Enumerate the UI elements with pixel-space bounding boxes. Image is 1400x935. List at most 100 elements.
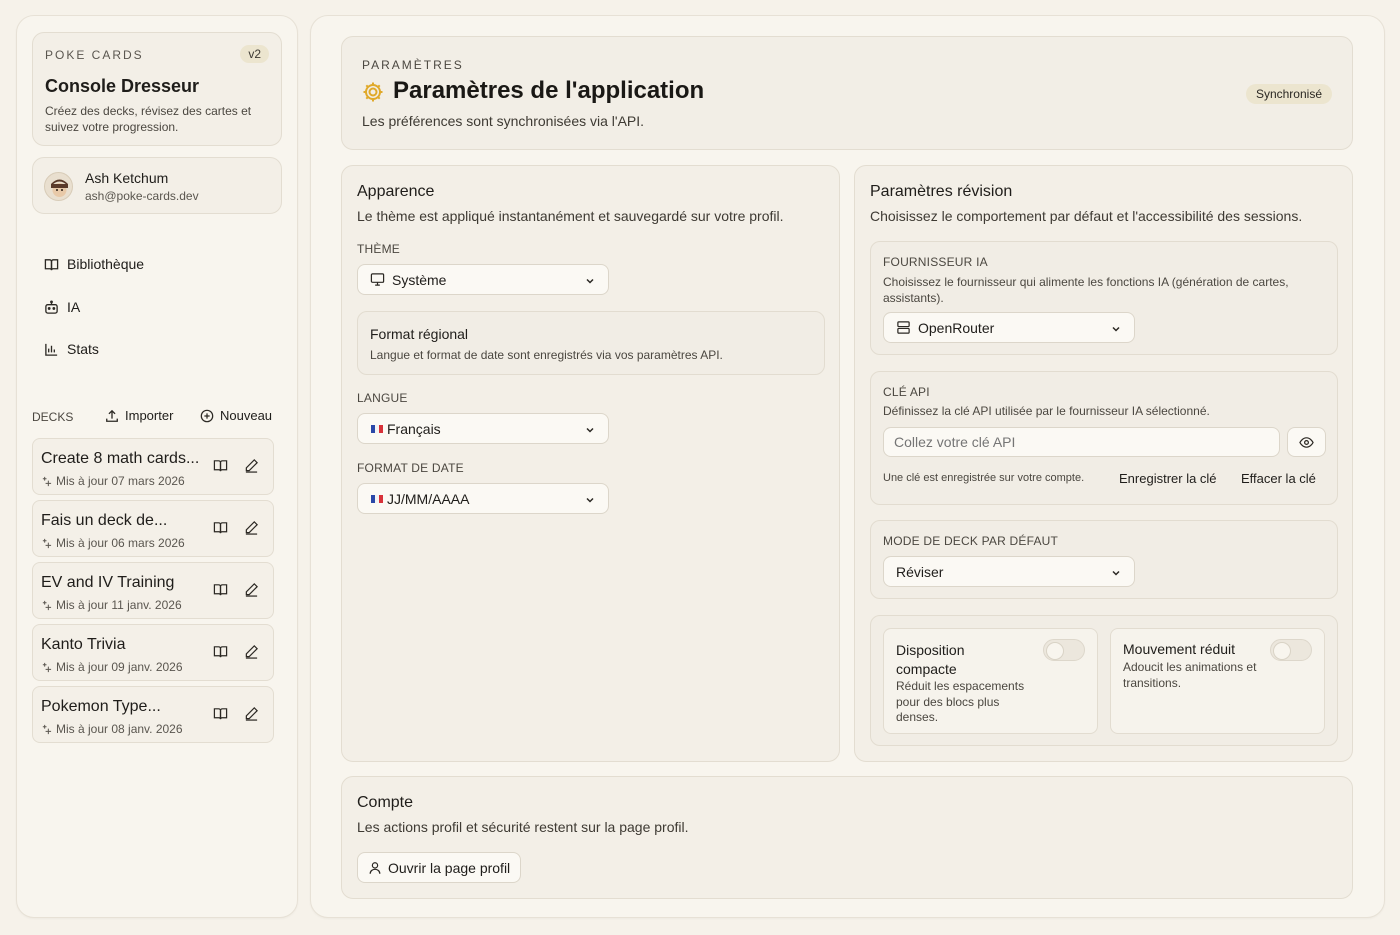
open-book-icon[interactable] xyxy=(213,582,228,597)
account-subtitle: Les actions profil et sécurité restent s… xyxy=(357,819,689,835)
open-book-icon[interactable] xyxy=(213,644,228,659)
deck-meta: Mis à jour 11 janv. 2026 xyxy=(41,598,182,612)
deck-updated: Mis à jour 09 janv. 2026 xyxy=(56,660,183,674)
open-book-icon[interactable] xyxy=(213,520,228,535)
import-button[interactable]: Importer xyxy=(105,408,173,423)
decks-label: DECKS xyxy=(32,410,74,424)
eye-icon xyxy=(1299,435,1314,450)
theme-value: Système xyxy=(392,271,447,288)
accessibility-box: Disposition compacte Réduit les espaceme… xyxy=(870,615,1338,746)
api-key-box: CLÉ API Définissez la clé API utilisée p… xyxy=(870,371,1338,505)
appearance-title: Apparence xyxy=(357,183,435,200)
deck-updated: Mis à jour 08 janv. 2026 xyxy=(56,722,183,736)
sparkles-icon xyxy=(41,538,52,549)
sparkles-icon xyxy=(41,662,52,673)
deck-updated: Mis à jour 06 mars 2026 xyxy=(56,536,185,550)
deck-updated: Mis à jour 11 janv. 2026 xyxy=(56,598,182,612)
compact-title: Disposition compacte xyxy=(896,642,965,677)
motion-desc: Adoucit les animations et transitions. xyxy=(1123,660,1257,690)
deck-title: Fais un deck de... xyxy=(41,512,168,529)
compact-toggle[interactable] xyxy=(1043,639,1085,661)
deck-meta: Mis à jour 07 mars 2026 xyxy=(41,474,185,488)
deck-item[interactable]: Fais un deck de... Mis à jour 06 mars 20… xyxy=(32,500,274,557)
deck-title: Kanto Trivia xyxy=(41,636,126,653)
regional-title: Format régional xyxy=(370,326,469,342)
deck-meta: Mis à jour 09 janv. 2026 xyxy=(41,660,183,674)
sidebar-item-stats[interactable]: Stats xyxy=(44,341,99,357)
chevron-down-icon xyxy=(584,274,596,286)
deck-item[interactable]: Pokemon Type... Mis à jour 08 janv. 2026 xyxy=(32,686,274,743)
deck-mode-value: Réviser xyxy=(896,563,944,580)
compact-layout-option: Disposition compacte Réduit les espaceme… xyxy=(883,628,1098,734)
review-subtitle: Choisissez le comportement par défaut et… xyxy=(870,208,1303,224)
brand-subtitle: Créez des decks, révisez des cartes et s… xyxy=(45,104,252,134)
new-deck-button[interactable]: Nouveau xyxy=(200,408,272,423)
deck-meta: Mis à jour 08 janv. 2026 xyxy=(41,722,183,736)
toggle-visibility-button[interactable] xyxy=(1287,427,1326,457)
language-value: Français xyxy=(387,420,441,437)
upload-icon xyxy=(105,409,119,423)
save-key-button[interactable]: Enregistrer la clé xyxy=(1119,471,1217,486)
edit-pencil-icon[interactable] xyxy=(244,458,259,473)
open-profile-button[interactable]: Ouvrir la page profil xyxy=(357,852,522,883)
motion-toggle[interactable] xyxy=(1270,639,1312,661)
date-format-label: FORMAT DE DATE xyxy=(357,461,464,475)
sidebar-item-label: Bibliothèque xyxy=(67,256,145,272)
sidebar-item-label: IA xyxy=(67,299,81,315)
account-title: Compte xyxy=(357,794,414,811)
sidebar-item-ia[interactable]: IA xyxy=(44,299,80,315)
deck-title: Pokemon Type... xyxy=(41,698,161,715)
chevron-down-icon xyxy=(1110,566,1122,578)
settings-header: PARAMÈTRES Paramètres de l'application L… xyxy=(341,36,1353,150)
deck-item[interactable]: Create 8 math cards... Mis à jour 07 mar… xyxy=(32,438,274,495)
provider-value: OpenRouter xyxy=(918,319,995,336)
compact-desc: Réduit les espacements pour des blocs pl… xyxy=(896,679,1025,724)
api-key-label: CLÉ API xyxy=(883,385,930,399)
deck-mode-box: MODE DE DECK PAR DÉFAUT Réviser xyxy=(870,520,1338,599)
ai-provider-box: FOURNISSEUR IA Choisissez le fournisseur… xyxy=(870,241,1338,355)
open-book-icon[interactable] xyxy=(213,706,228,721)
version-badge: v2 xyxy=(240,45,269,63)
sparkles-icon xyxy=(41,724,52,735)
deck-title: Create 8 math cards... xyxy=(41,450,200,467)
brand-card: POKE CARDS v2 Console Dresseur Créez des… xyxy=(32,32,282,146)
deck-title: EV and IV Training xyxy=(41,574,175,591)
gear-icon xyxy=(361,80,385,104)
server-icon xyxy=(896,320,911,335)
user-card[interactable]: Ash Ketchum ash@poke-cards.dev xyxy=(32,157,282,214)
deck-item[interactable]: Kanto Trivia Mis à jour 09 janv. 2026 xyxy=(32,624,274,681)
deck-item[interactable]: EV and IV Training Mis à jour 11 janv. 2… xyxy=(32,562,274,619)
sidebar-item-library[interactable]: Bibliothèque xyxy=(44,256,144,272)
appearance-subtitle: Le thème est appliqué instantanément et … xyxy=(357,208,784,224)
account-card: Compte Les actions profil et sécurité re… xyxy=(341,776,1353,899)
open-profile-label: Ouvrir la page profil xyxy=(388,859,511,876)
sync-badge: Synchronisé xyxy=(1245,84,1332,104)
header-subtitle: Les préférences sont synchronisées via l… xyxy=(362,113,645,129)
deck-meta: Mis à jour 06 mars 2026 xyxy=(41,536,185,550)
deck-mode-select[interactable]: Réviser xyxy=(883,556,1135,587)
edit-pencil-icon[interactable] xyxy=(244,582,259,597)
edit-pencil-icon[interactable] xyxy=(244,706,259,721)
appearance-card: Apparence Le thème est appliqué instanta… xyxy=(341,165,840,762)
api-key-desc: Définissez la clé API utilisée par le fo… xyxy=(883,404,1210,418)
edit-pencil-icon[interactable] xyxy=(244,644,259,659)
user-name: Ash Ketchum xyxy=(85,170,169,186)
open-book-icon[interactable] xyxy=(213,458,228,473)
provider-select[interactable]: OpenRouter xyxy=(883,312,1135,343)
import-label: Importer xyxy=(125,408,174,423)
french-flag-icon xyxy=(370,494,384,503)
theme-select[interactable]: Système xyxy=(357,264,609,295)
date-format-select[interactable]: JJ/MM/AAAA xyxy=(357,483,609,514)
reduced-motion-option: Mouvement réduit Adoucit les animations … xyxy=(1110,628,1325,734)
api-key-note: Une clé est enregistrée sur votre compte… xyxy=(883,472,1085,484)
language-label: LANGUE xyxy=(357,391,408,405)
language-select[interactable]: Français xyxy=(357,413,609,444)
clear-key-button[interactable]: Effacer la clé xyxy=(1241,471,1316,486)
edit-pencil-icon[interactable] xyxy=(244,520,259,535)
provider-label: FOURNISSEUR IA xyxy=(883,255,988,269)
motion-title: Mouvement réduit xyxy=(1123,641,1236,657)
chevron-down-icon xyxy=(584,423,596,435)
date-format-value: JJ/MM/AAAA xyxy=(387,490,470,507)
api-key-input[interactable] xyxy=(883,427,1280,457)
brand-title: Console Dresseur xyxy=(45,76,200,96)
